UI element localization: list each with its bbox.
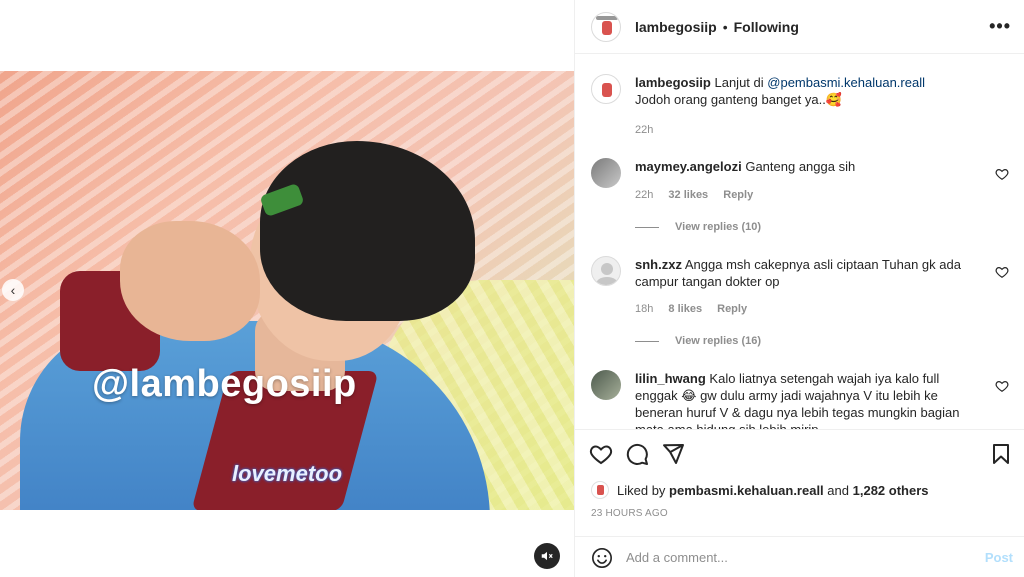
comment-text: snh.zxz Angga msh cakepnya asli ciptaan … (635, 256, 980, 290)
add-comment-bar: Add a comment... Post (575, 536, 1024, 577)
header-username[interactable]: lambegosiip (635, 19, 717, 35)
caption-time[interactable]: 22h (635, 124, 653, 136)
avatar[interactable] (591, 158, 621, 188)
heart-icon[interactable] (995, 379, 1009, 393)
likes-others-link[interactable]: 1,282 others (853, 483, 929, 498)
action-bar (575, 429, 1024, 474)
post-button[interactable]: Post (985, 550, 1013, 565)
comments-list: lambegosiip Lanjut di @pembasmi.kehaluan… (575, 54, 1024, 429)
bookmark-icon[interactable] (989, 442, 1013, 466)
comment-username[interactable]: lilin_hwang (635, 371, 706, 386)
comment-time[interactable]: 18h (635, 303, 653, 315)
likes-user-link[interactable]: pembasmi.kehaluan.reall (669, 483, 824, 498)
comment-likes[interactable]: 32 likes (668, 189, 708, 201)
caption-meta: 22h (635, 124, 665, 136)
view-replies-label: View replies (10) (675, 221, 762, 233)
decor-hair (260, 141, 475, 321)
view-replies-button[interactable]: View replies (16) (635, 335, 761, 347)
comment-username[interactable]: maymey.angelozi (635, 159, 742, 174)
likes-prefix: Liked by (617, 482, 666, 498)
send-icon[interactable] (661, 442, 685, 466)
replies-divider (635, 226, 659, 228)
post-side-panel: lambegosiip • Following ••• lambegosiip … (574, 0, 1024, 577)
mention-link[interactable]: @pembasmi.kehaluan.reall (767, 75, 925, 90)
post-video[interactable]: @lambegosiip lovemetoo (0, 71, 574, 510)
heart-icon[interactable] (995, 265, 1009, 279)
heart-icon[interactable] (589, 442, 613, 466)
video-watermark: @lambegosiip (92, 363, 357, 405)
heart-icon[interactable] (995, 167, 1009, 181)
chevron-left-icon[interactable]: ‹ (2, 279, 24, 301)
comment-body: Ganteng angga sih (745, 159, 856, 174)
smiling-face-hearts-emoji: 🥰 (825, 92, 843, 107)
video-subtitle-logo: lovemetoo (232, 461, 343, 486)
caption-prefix: Lanjut di (714, 75, 764, 90)
caption-text: lambegosiip Lanjut di @pembasmi.kehaluan… (635, 74, 980, 108)
comment-likes[interactable]: 8 likes (668, 303, 702, 315)
caption-line2: Jodoh orang ganteng banget ya.. (635, 92, 826, 107)
comment-meta: 18h 8 likes Reply (635, 303, 759, 315)
view-replies-label: View replies (16) (675, 335, 762, 347)
likes-and: and (827, 482, 849, 498)
avatar[interactable] (591, 370, 621, 400)
comment-time[interactable]: 22h (635, 189, 653, 201)
more-horizontal-icon[interactable]: ••• (989, 16, 1011, 37)
post-media-area: @lambegosiip lovemetoo ‹ (0, 0, 574, 577)
separator-dot: • (722, 18, 728, 35)
comment-icon[interactable] (625, 442, 649, 466)
comment-body: Angga msh cakepnya asli ciptaan Tuhan gk… (635, 257, 961, 289)
replies-divider (635, 340, 659, 342)
avatar[interactable] (591, 11, 621, 42)
view-replies-button[interactable]: View replies (10) (635, 221, 761, 233)
avatar[interactable] (591, 74, 621, 104)
comment-text: maymey.angelozi Ganteng angga sih (635, 158, 980, 175)
comment-input[interactable]: Add a comment... (626, 550, 728, 565)
decor-hand (120, 221, 260, 341)
muted-speaker-icon[interactable] (534, 543, 560, 569)
reply-button[interactable]: Reply (717, 303, 747, 315)
reply-button[interactable]: Reply (723, 189, 753, 201)
avatar[interactable] (591, 481, 609, 499)
post-timestamp[interactable]: 23 HOURS AGO (591, 508, 668, 519)
comment-meta: 22h 32 likes Reply (635, 189, 765, 201)
smiley-icon[interactable] (591, 547, 613, 569)
post-header: lambegosiip • Following ••• (575, 0, 1024, 54)
avatar[interactable] (591, 256, 621, 286)
comment-username[interactable]: snh.zxz (635, 257, 682, 272)
likes-summary: Liked by pembasmi.kehaluan.reall and 1,2… (591, 481, 929, 499)
following-button[interactable]: Following (734, 19, 799, 35)
caption-username[interactable]: lambegosiip (635, 75, 711, 90)
comment-text: lilin_hwang Kalo liatnya setengah wajah … (635, 370, 980, 429)
